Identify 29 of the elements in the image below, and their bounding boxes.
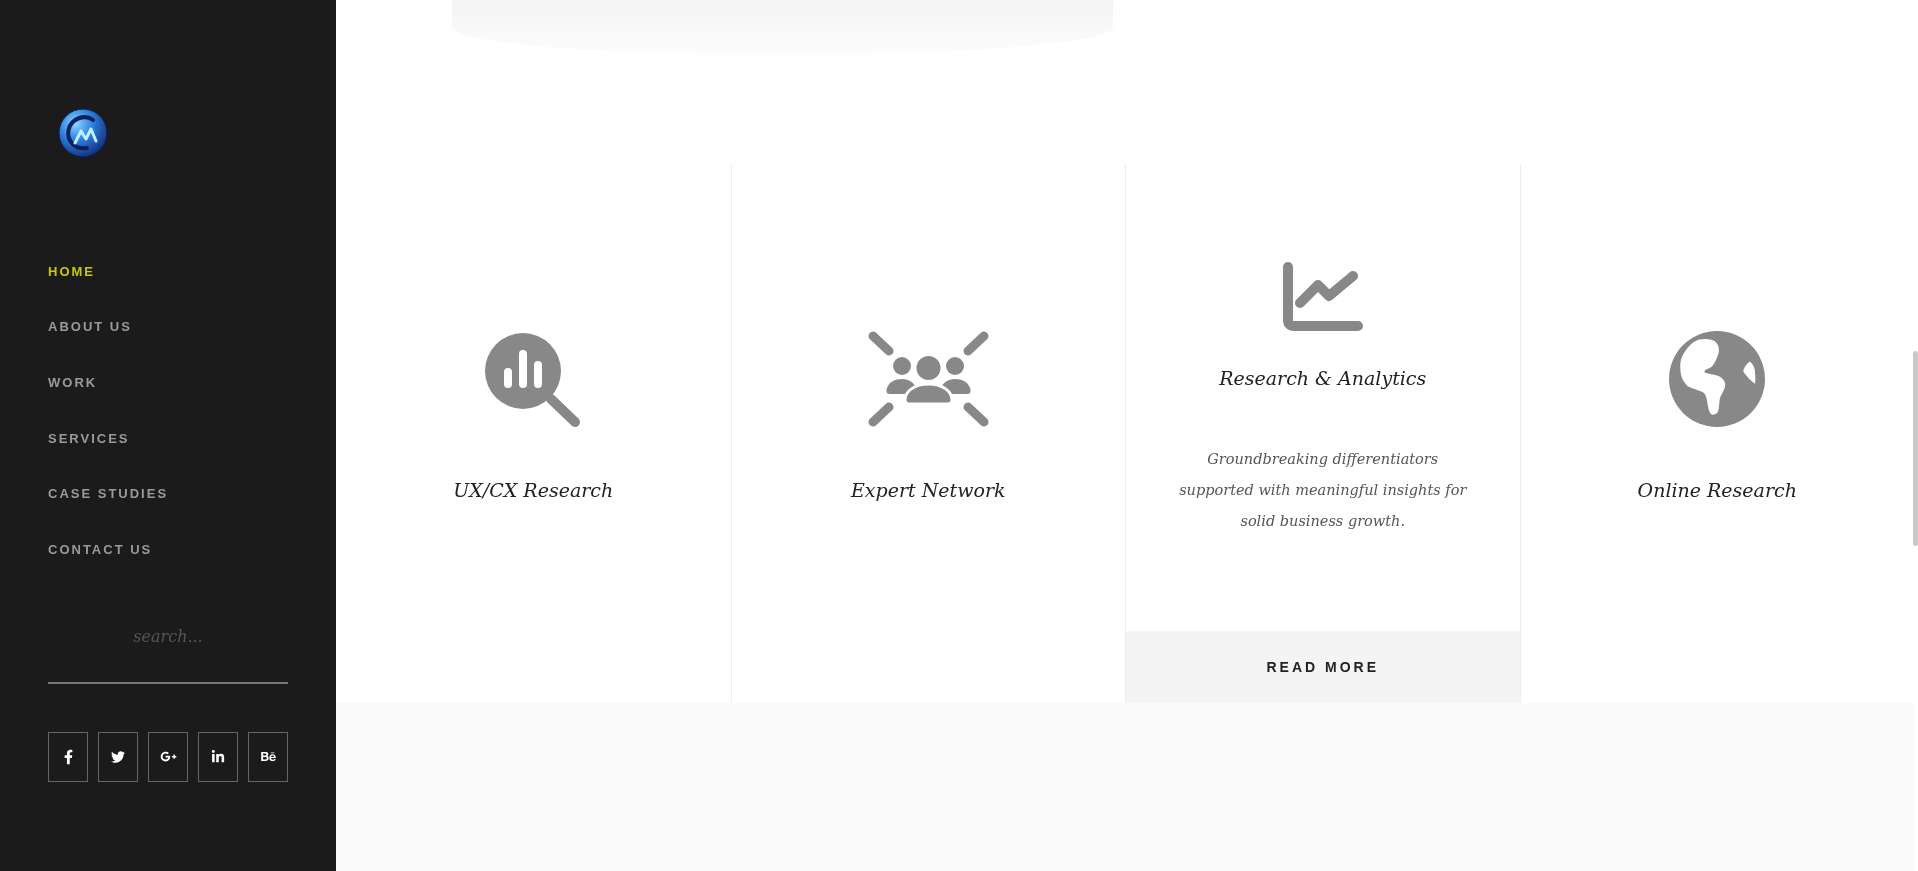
social-button[interactable] [148,731,188,782]
bird-icon [110,749,126,764]
social-button[interactable] [98,731,138,782]
globe-icon [1669,331,1766,427]
nav-link[interactable]: WORK [48,374,98,392]
g-plus-icon [158,750,178,764]
f-letter-icon [63,748,73,765]
in-letters-icon [211,749,225,764]
social-button[interactable] [248,731,288,782]
nav-link[interactable]: ABOUT US [48,318,132,337]
card-title: Expert Network [850,478,1006,503]
card-title: Research & Analytics [1219,366,1427,391]
social-button[interactable] [198,731,238,782]
card-title: Online Research [1637,478,1797,503]
line-chart-icon [1282,262,1363,331]
magnifier-chart-icon [485,331,582,427]
card-title: UX/CX Research [453,478,614,503]
nav-link[interactable]: CONTACT US [48,540,153,559]
search-field[interactable]: search... [48,617,288,684]
site-logo[interactable] [58,108,108,158]
read-more-button[interactable]: READ MORE [1126,631,1520,703]
social-button[interactable] [48,731,88,782]
group-icon [867,331,989,427]
card-description: Groundbreaking differentiators supported with meaningful insights for solid business growth. [1178,450,1468,531]
nav-link[interactable]: SERVICES [48,429,130,448]
nav-link[interactable]: CASE STUDIES [48,485,169,504]
be-letters-icon [258,750,278,764]
scrollbar-thumb[interactable] [1913,351,1918,546]
nav-link[interactable]: HOME [48,262,95,281]
